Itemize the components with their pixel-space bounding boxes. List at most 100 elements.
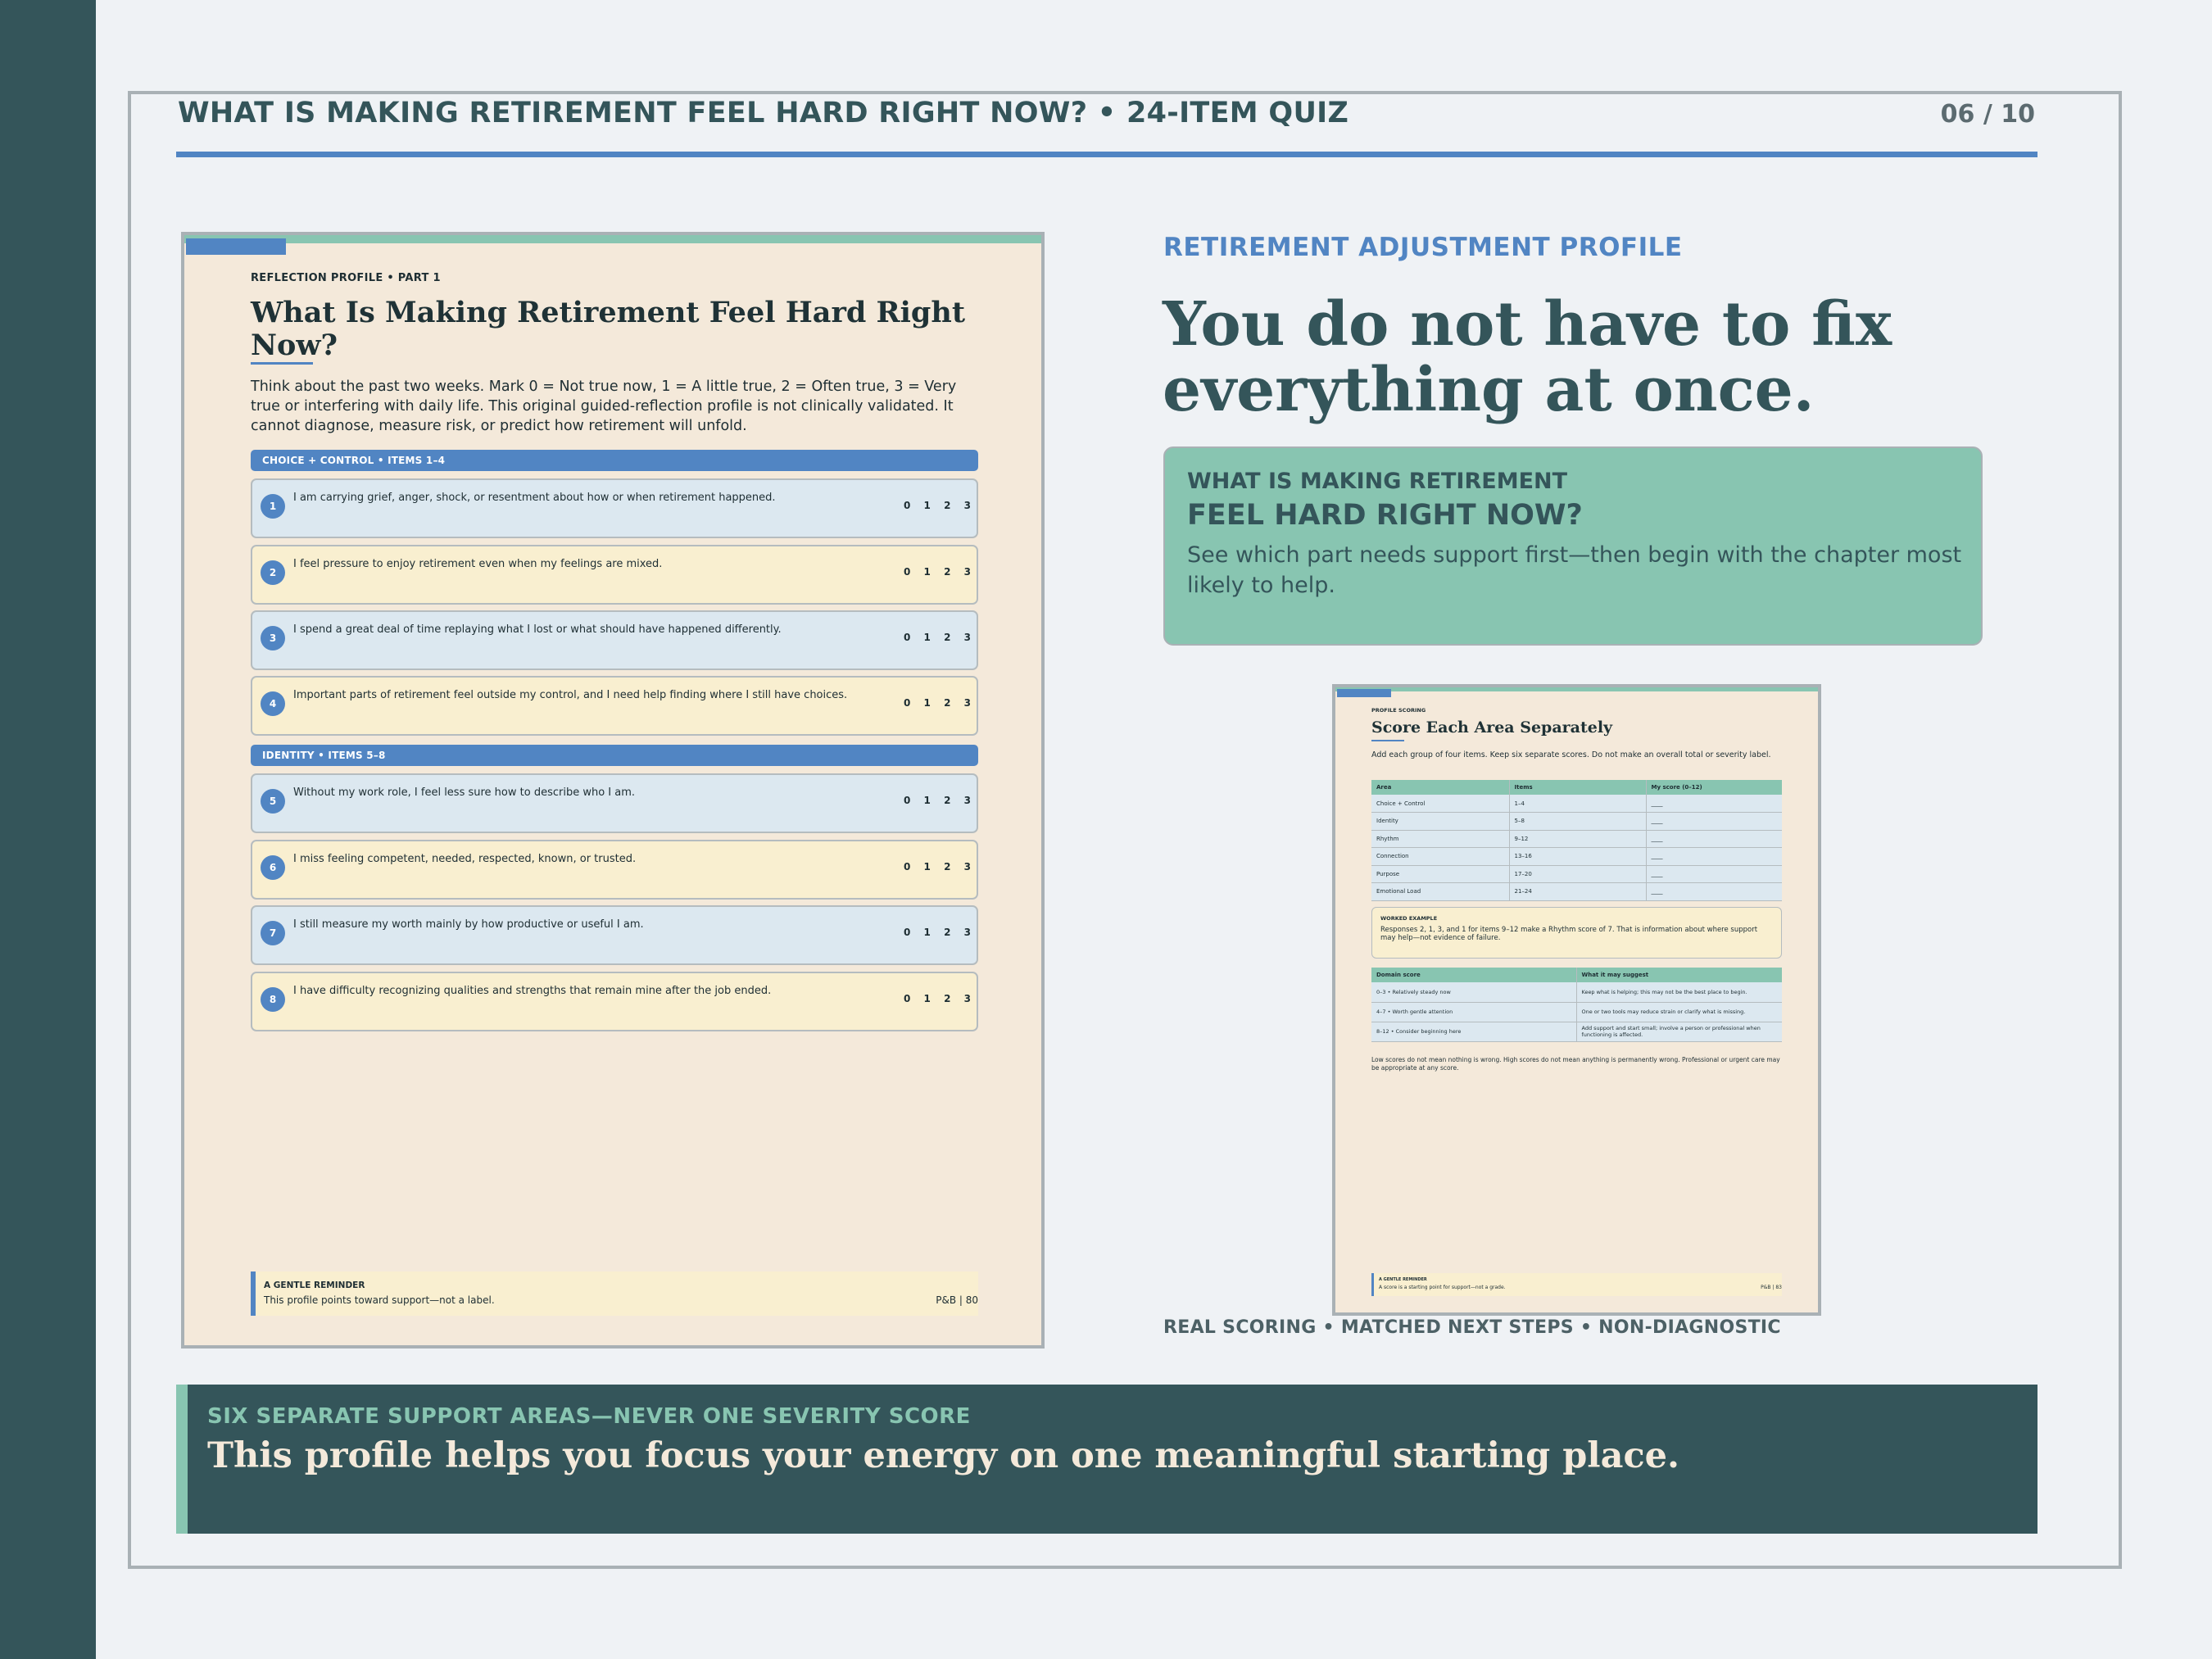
column-header: My score (0–12)	[1645, 780, 1782, 795]
worked-example-kicker: WORKED EXAMPLE	[1380, 915, 1438, 922]
callout-line-2: FEEL HARD RIGHT NOW?	[1187, 499, 1583, 532]
range-cell: 4–7 • Worth gentle attention	[1371, 1002, 1576, 1022]
scale-2[interactable]: 2	[944, 632, 950, 643]
scale-0[interactable]: 0	[904, 697, 910, 709]
page-footer-number: P&B | 83	[1761, 1285, 1782, 1290]
scale-3[interactable]: 3	[964, 861, 971, 873]
item-number: 5	[261, 789, 285, 814]
table-row: Emotional Load 21–24 ____	[1371, 882, 1782, 901]
item-text: Important parts of retirement feel outsi…	[293, 689, 848, 701]
section-eyebrow: RETIREMENT ADJUSTMENT PROFILE	[1163, 233, 1683, 262]
scale-1[interactable]: 1	[924, 632, 931, 643]
scale-0[interactable]: 0	[904, 632, 910, 643]
items-cell: 17–20	[1508, 865, 1646, 883]
page-top-band	[1335, 687, 1818, 691]
column-header: What it may suggest	[1575, 968, 1782, 982]
reminder-kicker: A GENTLE REMINDER	[264, 1281, 365, 1290]
items-cell: 9–12	[1508, 830, 1646, 848]
table-row: Rhythm 9–12 ____	[1371, 830, 1782, 848]
scoring-table: Area Items My score (0–12) Choice + Cont…	[1371, 780, 1782, 901]
quiz-page-preview: REFLECTION PROFILE • PART 1 What Is Maki…	[181, 232, 1045, 1349]
scale-2[interactable]: 2	[944, 861, 950, 873]
item-text: Without my work role, I feel less sure h…	[293, 786, 636, 799]
scale-1[interactable]: 1	[924, 566, 931, 578]
scale-2[interactable]: 2	[944, 993, 950, 1004]
page-tab	[1337, 689, 1391, 697]
score-cell[interactable]: ____	[1645, 865, 1782, 883]
scale-3[interactable]: 3	[964, 927, 971, 938]
scale-3[interactable]: 3	[964, 632, 971, 643]
scale-0[interactable]: 0	[904, 993, 910, 1004]
item-number: 6	[261, 855, 285, 880]
scale-2[interactable]: 2	[944, 795, 950, 806]
scale-1[interactable]: 1	[924, 861, 931, 873]
scale-0[interactable]: 0	[904, 795, 910, 806]
scale-2[interactable]: 2	[944, 566, 950, 578]
table-row: Choice + Control 1–4 ____	[1371, 795, 1782, 813]
item-scale: 0 1 2 3	[904, 500, 971, 511]
suggestion-cell: Keep what is helping; this may not be th…	[1575, 982, 1782, 1003]
item-number: 7	[261, 921, 285, 945]
scale-0[interactable]: 0	[904, 566, 910, 578]
scale-2[interactable]: 2	[944, 500, 950, 511]
page-footer-number: P&B | 80	[936, 1294, 978, 1306]
title-underline	[251, 362, 313, 365]
scale-0[interactable]: 0	[904, 927, 910, 938]
item-text: I still measure my worth mainly by how p…	[293, 918, 644, 931]
interpretation-table: Domain score What it may suggest 0–3 • R…	[1371, 968, 1782, 1042]
score-cell[interactable]: ____	[1645, 812, 1782, 831]
quiz-item: 3 I spend a great deal of time replaying…	[251, 610, 978, 670]
scale-1[interactable]: 1	[924, 500, 931, 511]
item-number: 2	[261, 560, 285, 585]
table-row: 0–3 • Relatively steady now Keep what is …	[1371, 982, 1782, 1003]
section-bar-choice-control: CHOICE + CONTROL • ITEMS 1–4	[251, 450, 978, 471]
scale-1[interactable]: 1	[924, 927, 931, 938]
scale-1[interactable]: 1	[924, 993, 931, 1004]
table-row: Purpose 17–20 ____	[1371, 865, 1782, 883]
scale-3[interactable]: 3	[964, 566, 971, 578]
scale-0[interactable]: 0	[904, 861, 910, 873]
scoring-page-preview: PROFILE SCORING Score Each Area Separate…	[1332, 684, 1821, 1316]
score-cell[interactable]: ____	[1645, 830, 1782, 848]
banner-kicker: SIX SEPARATE SUPPORT AREAS—NEVER ONE SEV…	[207, 1404, 971, 1429]
area-cell: Connection	[1371, 847, 1509, 866]
gentle-reminder-box: A GENTLE REMINDER This profile points to…	[251, 1271, 978, 1316]
scale-1[interactable]: 1	[924, 697, 931, 709]
scale-2[interactable]: 2	[944, 927, 950, 938]
item-scale: 0 1 2 3	[904, 795, 971, 806]
slide-header-title: WHAT IS MAKING RETIREMENT FEEL HARD RIGH…	[178, 97, 1349, 129]
item-scale: 0 1 2 3	[904, 861, 971, 873]
area-cell: Rhythm	[1371, 830, 1509, 848]
table-header-row: Area Items My score (0–12)	[1371, 780, 1782, 795]
suggestion-cell: Add support and start small; involve a p…	[1575, 1022, 1782, 1042]
items-cell: 1–4	[1508, 795, 1646, 813]
quiz-item: 1 I am carrying grief, anger, shock, or …	[251, 478, 978, 538]
banner-text: This profile helps you focus your energy…	[207, 1435, 1679, 1476]
score-cell[interactable]: ____	[1645, 882, 1782, 901]
scale-0[interactable]: 0	[904, 500, 910, 511]
table-header-row: Domain score What it may suggest	[1371, 968, 1782, 982]
scale-3[interactable]: 3	[964, 500, 971, 511]
scale-1[interactable]: 1	[924, 795, 931, 806]
scale-3[interactable]: 3	[964, 993, 971, 1004]
gentle-reminder-box: A GENTLE REMINDER A score is a starting …	[1371, 1273, 1782, 1296]
item-scale: 0 1 2 3	[904, 697, 971, 709]
scale-3[interactable]: 3	[964, 697, 971, 709]
scale-2[interactable]: 2	[944, 697, 950, 709]
page-title: Score Each Area Separately	[1371, 718, 1613, 737]
item-number: 3	[261, 626, 285, 650]
items-cell: 13–16	[1508, 847, 1646, 866]
scale-3[interactable]: 3	[964, 795, 971, 806]
score-cell[interactable]: ____	[1645, 795, 1782, 813]
item-scale: 0 1 2 3	[904, 927, 971, 938]
score-cell[interactable]: ____	[1645, 847, 1782, 866]
reminder-kicker: A GENTLE REMINDER	[1379, 1277, 1427, 1282]
area-cell: Choice + Control	[1371, 795, 1509, 813]
main-headline: You do not have to fix everything at onc…	[1163, 289, 1892, 425]
page-title: What Is Making Retirement Feel Hard Righ…	[251, 296, 966, 362]
area-cell: Purpose	[1371, 865, 1509, 883]
callout-card: WHAT IS MAKING RETIREMENT FEEL HARD RIGH…	[1163, 446, 1983, 646]
quiz-item: 2 I feel pressure to enjoy retirement ev…	[251, 545, 978, 605]
scoring-footnote: Low scores do not mean nothing is wrong.…	[1371, 1056, 1780, 1072]
callout-line-1: WHAT IS MAKING RETIREMENT	[1187, 469, 1568, 494]
